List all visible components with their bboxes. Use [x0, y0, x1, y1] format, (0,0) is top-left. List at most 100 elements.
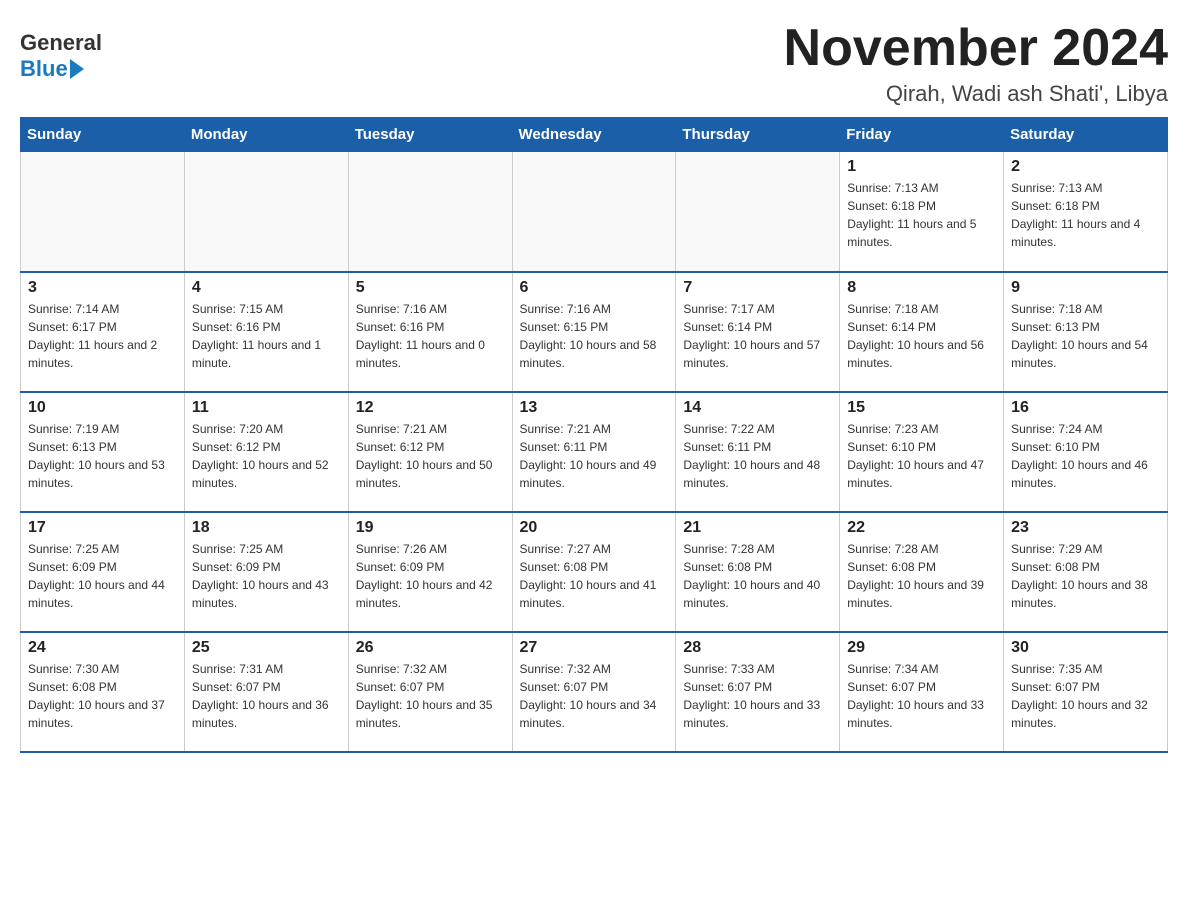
day-info: Sunrise: 7:15 AMSunset: 6:16 PMDaylight:…	[192, 300, 341, 372]
weekday-header-thursday: Thursday	[676, 118, 840, 152]
calendar-cell: 2 Sunrise: 7:13 AMSunset: 6:18 PMDaylight…	[1004, 152, 1168, 272]
calendar-cell: 14 Sunrise: 7:22 AMSunset: 6:11 PMDayligh…	[676, 392, 840, 512]
calendar-week-5: 24 Sunrise: 7:30 AMSunset: 6:08 PMDayligh…	[21, 632, 1168, 752]
day-info: Sunrise: 7:23 AMSunset: 6:10 PMDaylight:…	[847, 420, 996, 492]
day-number: 15	[847, 399, 996, 417]
calendar-cell: 21 Sunrise: 7:28 AMSunset: 6:08 PMDayligh…	[676, 512, 840, 632]
day-number: 21	[683, 519, 832, 537]
calendar-cell: 12Sunrise: 7:21 AMSunset: 6:12 PMDayligh…	[348, 392, 512, 512]
day-info: Sunrise: 7:28 AMSunset: 6:08 PMDaylight:…	[847, 540, 996, 612]
day-info: Sunrise: 7:24 AMSunset: 6:10 PMDaylight:…	[1011, 420, 1160, 492]
calendar-cell: 23 Sunrise: 7:29 AMSunset: 6:08 PMDayligh…	[1004, 512, 1168, 632]
day-info: Sunrise: 7:29 AMSunset: 6:08 PMDaylight:…	[1011, 540, 1160, 612]
day-number: 9	[1011, 279, 1160, 297]
day-info: Sunrise: 7:21 AMSunset: 6:12 PMDaylight:…	[356, 420, 505, 492]
calendar-cell: 27 Sunrise: 7:32 AMSunset: 6:07 PMDayligh…	[512, 632, 676, 752]
location-title: Qirah, Wadi ash Shati', Libya	[784, 81, 1168, 107]
logo-general-text: General	[20, 30, 102, 56]
day-info: Sunrise: 7:31 AMSunset: 6:07 PMDaylight:…	[192, 660, 341, 732]
day-number: 28	[683, 639, 832, 657]
day-number: 16	[1011, 399, 1160, 417]
day-number: 3	[28, 279, 177, 297]
calendar-table: SundayMondayTuesdayWednesdayThursdayFrid…	[20, 117, 1168, 753]
day-info: Sunrise: 7:14 AMSunset: 6:17 PMDaylight:…	[28, 300, 177, 372]
day-number: 20	[520, 519, 669, 537]
day-number: 4	[192, 279, 341, 297]
day-number: 8	[847, 279, 996, 297]
calendar-cell: 30Sunrise: 7:35 AMSunset: 6:07 PMDayligh…	[1004, 632, 1168, 752]
month-title: November 2024	[784, 20, 1168, 77]
day-number: 2	[1011, 158, 1160, 176]
calendar-cell: 3 Sunrise: 7:14 AMSunset: 6:17 PMDaylight…	[21, 272, 185, 392]
calendar-cell: 17 Sunrise: 7:25 AMSunset: 6:09 PMDayligh…	[21, 512, 185, 632]
calendar-cell: 19Sunrise: 7:26 AMSunset: 6:09 PMDayligh…	[348, 512, 512, 632]
calendar-cell	[512, 152, 676, 272]
calendar-cell: 11 Sunrise: 7:20 AMSunset: 6:12 PMDayligh…	[184, 392, 348, 512]
day-number: 1	[847, 158, 996, 176]
day-info: Sunrise: 7:19 AMSunset: 6:13 PMDaylight:…	[28, 420, 177, 492]
calendar-cell	[21, 152, 185, 272]
day-number: 24	[28, 639, 177, 657]
logo-blue-row: Blue	[20, 56, 84, 82]
day-info: Sunrise: 7:28 AMSunset: 6:08 PMDaylight:…	[683, 540, 832, 612]
day-number: 25	[192, 639, 341, 657]
day-info: Sunrise: 7:25 AMSunset: 6:09 PMDaylight:…	[192, 540, 341, 612]
header: General Blue November 2024 Qirah, Wadi a…	[20, 20, 1168, 107]
calendar-cell: 10Sunrise: 7:19 AMSunset: 6:13 PMDayligh…	[21, 392, 185, 512]
logo: General Blue	[20, 20, 102, 82]
day-number: 23	[1011, 519, 1160, 537]
day-number: 14	[683, 399, 832, 417]
calendar-cell: 15 Sunrise: 7:23 AMSunset: 6:10 PMDayligh…	[840, 392, 1004, 512]
calendar-week-1: 1 Sunrise: 7:13 AMSunset: 6:18 PMDaylight…	[21, 152, 1168, 272]
weekday-header-saturday: Saturday	[1004, 118, 1168, 152]
day-info: Sunrise: 7:32 AMSunset: 6:07 PMDaylight:…	[356, 660, 505, 732]
calendar-cell	[676, 152, 840, 272]
weekday-header-wednesday: Wednesday	[512, 118, 676, 152]
weekday-header-tuesday: Tuesday	[348, 118, 512, 152]
day-number: 27	[520, 639, 669, 657]
day-info: Sunrise: 7:18 AMSunset: 6:13 PMDaylight:…	[1011, 300, 1160, 372]
calendar-cell: 9 Sunrise: 7:18 AMSunset: 6:13 PMDaylight…	[1004, 272, 1168, 392]
day-info: Sunrise: 7:33 AMSunset: 6:07 PMDaylight:…	[683, 660, 832, 732]
day-info: Sunrise: 7:18 AMSunset: 6:14 PMDaylight:…	[847, 300, 996, 372]
day-info: Sunrise: 7:22 AMSunset: 6:11 PMDaylight:…	[683, 420, 832, 492]
calendar-cell: 24 Sunrise: 7:30 AMSunset: 6:08 PMDayligh…	[21, 632, 185, 752]
day-info: Sunrise: 7:13 AMSunset: 6:18 PMDaylight:…	[847, 179, 996, 251]
calendar-cell: 6 Sunrise: 7:16 AMSunset: 6:15 PMDaylight…	[512, 272, 676, 392]
day-info: Sunrise: 7:30 AMSunset: 6:08 PMDaylight:…	[28, 660, 177, 732]
day-info: Sunrise: 7:13 AMSunset: 6:18 PMDaylight:…	[1011, 179, 1160, 251]
day-info: Sunrise: 7:34 AMSunset: 6:07 PMDaylight:…	[847, 660, 996, 732]
calendar-week-2: 3 Sunrise: 7:14 AMSunset: 6:17 PMDaylight…	[21, 272, 1168, 392]
day-info: Sunrise: 7:16 AMSunset: 6:15 PMDaylight:…	[520, 300, 669, 372]
day-number: 22	[847, 519, 996, 537]
day-number: 18	[192, 519, 341, 537]
calendar-cell: 13Sunrise: 7:21 AMSunset: 6:11 PMDayligh…	[512, 392, 676, 512]
day-info: Sunrise: 7:17 AMSunset: 6:14 PMDaylight:…	[683, 300, 832, 372]
calendar-cell: 4 Sunrise: 7:15 AMSunset: 6:16 PMDaylight…	[184, 272, 348, 392]
day-number: 11	[192, 399, 341, 417]
calendar-week-4: 17 Sunrise: 7:25 AMSunset: 6:09 PMDayligh…	[21, 512, 1168, 632]
day-number: 29	[847, 639, 996, 657]
calendar-cell: 16 Sunrise: 7:24 AMSunset: 6:10 PMDayligh…	[1004, 392, 1168, 512]
logo-blue-text: Blue	[20, 56, 68, 82]
calendar-cell: 1 Sunrise: 7:13 AMSunset: 6:18 PMDaylight…	[840, 152, 1004, 272]
logo-triangle-icon	[70, 59, 84, 79]
weekday-header-sunday: Sunday	[21, 118, 185, 152]
day-number: 6	[520, 279, 669, 297]
day-number: 7	[683, 279, 832, 297]
day-info: Sunrise: 7:26 AMSunset: 6:09 PMDaylight:…	[356, 540, 505, 612]
day-number: 13	[520, 399, 669, 417]
calendar-cell: 26 Sunrise: 7:32 AMSunset: 6:07 PMDayligh…	[348, 632, 512, 752]
calendar-cell: 20Sunrise: 7:27 AMSunset: 6:08 PMDayligh…	[512, 512, 676, 632]
weekday-header-friday: Friday	[840, 118, 1004, 152]
calendar-cell: 25 Sunrise: 7:31 AMSunset: 6:07 PMDayligh…	[184, 632, 348, 752]
calendar-cell: 22 Sunrise: 7:28 AMSunset: 6:08 PMDayligh…	[840, 512, 1004, 632]
day-info: Sunrise: 7:20 AMSunset: 6:12 PMDaylight:…	[192, 420, 341, 492]
day-info: Sunrise: 7:32 AMSunset: 6:07 PMDaylight:…	[520, 660, 669, 732]
day-number: 26	[356, 639, 505, 657]
day-number: 5	[356, 279, 505, 297]
day-info: Sunrise: 7:16 AMSunset: 6:16 PMDaylight:…	[356, 300, 505, 372]
title-area: November 2024 Qirah, Wadi ash Shati', Li…	[784, 20, 1168, 107]
day-info: Sunrise: 7:25 AMSunset: 6:09 PMDaylight:…	[28, 540, 177, 612]
day-number: 17	[28, 519, 177, 537]
